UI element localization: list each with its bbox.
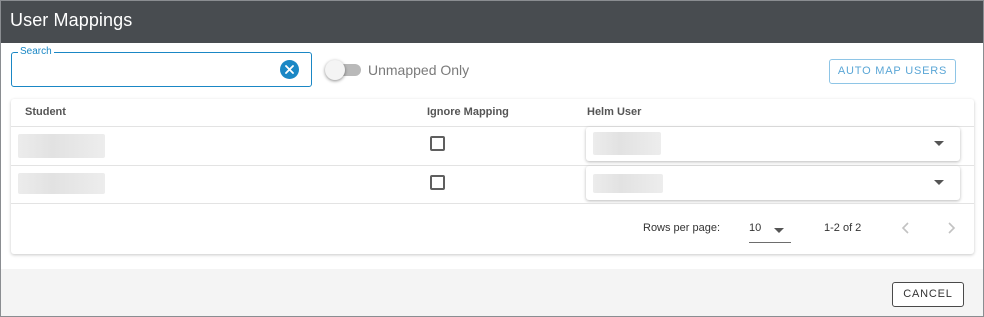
helm-user-value-redacted — [593, 132, 661, 155]
unmapped-only-toggle[interactable] — [325, 60, 361, 80]
chevron-down-icon — [774, 228, 784, 233]
column-header-ignore-mapping[interactable]: Ignore Mapping — [427, 106, 509, 118]
clear-search-icon[interactable] — [280, 60, 299, 79]
chevron-down-icon — [934, 141, 944, 146]
column-header-helm-user[interactable]: Helm User — [587, 106, 641, 118]
dialog-title: User Mappings — [10, 10, 133, 30]
unmapped-only-label: Unmapped Only — [368, 62, 470, 78]
mappings-table: Student Ignore Mapping Helm User Rows pe… — [11, 99, 974, 254]
rows-per-page-label: Rows per page: — [643, 222, 721, 234]
auto-map-users-button[interactable]: AUTO MAP USERS — [829, 59, 956, 84]
toggle-knob[interactable] — [325, 60, 345, 80]
helm-user-value-redacted — [593, 174, 663, 193]
search-input[interactable] — [20, 61, 275, 79]
next-page-button[interactable] — [943, 220, 959, 236]
chevron-left-icon — [901, 222, 909, 234]
column-header-student[interactable]: Student — [25, 106, 66, 118]
helm-user-select[interactable] — [586, 127, 960, 161]
search-field[interactable]: Search — [11, 46, 312, 87]
dialog-footer: CANCEL — [1, 269, 983, 316]
previous-page-button[interactable] — [898, 220, 914, 236]
ignore-mapping-checkbox[interactable] — [430, 136, 445, 151]
helm-user-select[interactable] — [586, 166, 960, 200]
row-divider — [11, 203, 974, 204]
dialog-titlebar: User Mappings — [1, 1, 983, 43]
ignore-mapping-checkbox[interactable] — [430, 175, 445, 190]
search-label: Search — [18, 46, 54, 58]
close-icon — [285, 65, 294, 74]
rows-per-page-value: 10 — [749, 222, 762, 234]
chevron-right-icon — [948, 222, 956, 234]
user-mappings-dialog: User Mappings Search Unmapped Only AUTO … — [0, 0, 984, 317]
cancel-button[interactable]: CANCEL — [892, 282, 964, 307]
chevron-down-icon — [934, 180, 944, 185]
student-name-redacted — [18, 134, 105, 158]
pagination-range: 1-2 of 2 — [824, 222, 862, 234]
student-name-redacted — [18, 173, 105, 194]
rows-per-page-select[interactable]: 10 — [749, 217, 791, 243]
